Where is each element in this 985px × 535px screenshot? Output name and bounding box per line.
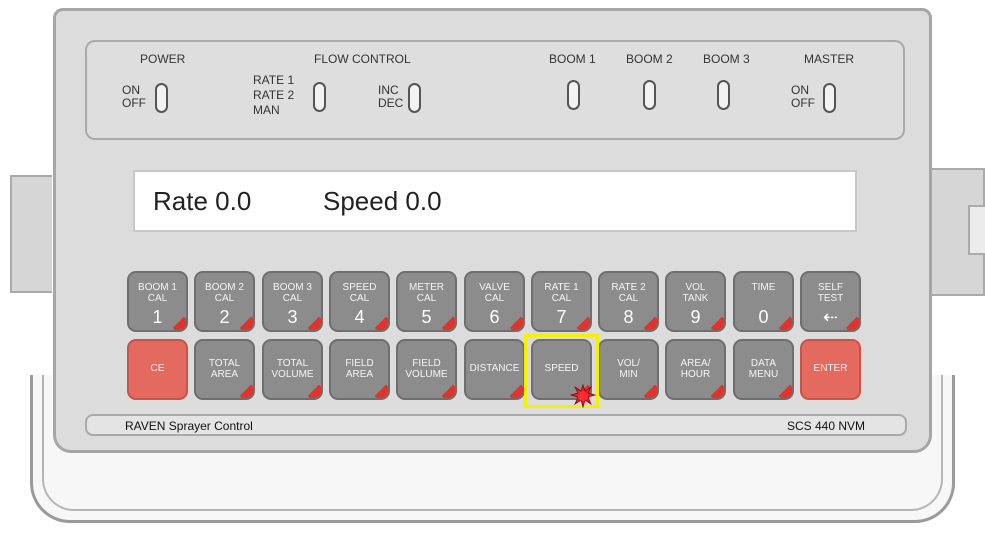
key-data-menu[interactable]: DATA MENU	[733, 339, 794, 400]
boom1-switch[interactable]	[567, 80, 580, 110]
key-boom-1-cal-1[interactable]: BOOM 1 CAL 1	[127, 271, 188, 332]
left-mount-bracket	[10, 175, 52, 293]
key-total-volume[interactable]: TOTAL VOLUME	[262, 339, 323, 400]
key-boom-2-cal-2[interactable]: BOOM 2 CAL 2	[194, 271, 255, 332]
key-label: FIELD VOLUME	[405, 358, 448, 380]
key-label: BOOM 3 CAL	[273, 282, 312, 304]
key-corner-mark	[307, 384, 321, 398]
boom3-switch[interactable]	[717, 80, 730, 110]
key-label: TOTAL VOLUME	[271, 358, 314, 380]
key-field-area[interactable]: FIELD AREA	[329, 339, 390, 400]
speed-readout: Speed 0.0	[323, 186, 442, 216]
key-valve-cal-6[interactable]: VALVE CAL 6	[464, 271, 525, 332]
rate2-label: RATE 2	[253, 88, 295, 102]
key-label: VOL/ MIN	[617, 358, 640, 380]
man-label: MAN	[253, 103, 280, 117]
key-label: RATE 1 CAL	[544, 282, 579, 304]
key-time-10[interactable]: TIME 0	[733, 271, 794, 332]
key-label: TOTAL AREA	[208, 358, 241, 380]
key-ce[interactable]: CE	[127, 339, 188, 400]
key-label: ENTER	[813, 363, 848, 374]
brand-bar: RAVEN Sprayer Control SCS 440 NVM	[85, 414, 907, 436]
key-boom-3-cal-3[interactable]: BOOM 3 CAL 3	[262, 271, 323, 332]
key-label: TIME	[751, 282, 776, 293]
power-switch[interactable]	[155, 83, 168, 113]
key-label: DISTANCE	[469, 363, 520, 374]
key-corner-mark	[239, 384, 253, 398]
key-rate-1-cal-7[interactable]: RATE 1 CAL 7	[531, 271, 592, 332]
key-label: AREA/ HOUR	[680, 358, 711, 380]
rate1-label: RATE 1	[253, 73, 295, 87]
boom2-switch[interactable]	[643, 80, 656, 110]
right-mount-notch	[968, 205, 985, 255]
key-enter[interactable]: ENTER	[800, 339, 861, 400]
key-label: BOOM 2 CAL	[205, 282, 244, 304]
key-label: VOL TANK	[682, 282, 709, 304]
key-speed-cal-4[interactable]: SPEED CAL 4	[329, 271, 390, 332]
master-off-label: OFF	[791, 96, 815, 110]
key-corner-mark	[710, 384, 724, 398]
key-label: FIELD AREA	[345, 358, 374, 380]
boom2-label: BOOM 2	[626, 52, 673, 66]
lcd-display: Rate 0.0 Speed 0.0	[133, 170, 857, 232]
key-corner-mark	[441, 384, 455, 398]
rate-select-switch[interactable]	[313, 82, 326, 112]
key-distance[interactable]: DISTANCE	[464, 339, 525, 400]
key-label: SPEED CAL	[342, 282, 377, 304]
key-total-area[interactable]: TOTAL AREA	[194, 339, 255, 400]
key-label: BOOM 1 CAL	[138, 282, 177, 304]
master-label: MASTER	[804, 52, 855, 66]
brand-label: RAVEN Sprayer Control	[125, 419, 253, 433]
flow-control-label: FLOW CONTROL	[314, 52, 411, 66]
key-label: METER CAL	[409, 282, 444, 304]
key-rate-2-cal-8[interactable]: RATE 2 CAL 8	[598, 271, 659, 332]
rate-readout: Rate 0.0	[153, 186, 252, 216]
key-self-test-11[interactable]: SELF TEST ⇠	[800, 271, 861, 332]
boom3-label: BOOM 3	[703, 52, 750, 66]
click-marker-icon	[570, 384, 596, 408]
key-vol-min[interactable]: VOL/ MIN	[598, 339, 659, 400]
key-vol-tank-9[interactable]: VOL TANK 9	[665, 271, 726, 332]
key-label: DATA MENU	[748, 358, 779, 380]
inc-dec-switch[interactable]	[408, 83, 421, 113]
model-label: SCS 440 NVM	[786, 419, 865, 433]
key-area-hour[interactable]: AREA/ HOUR	[665, 339, 726, 400]
key-corner-mark	[374, 384, 388, 398]
key-meter-cal-5[interactable]: METER CAL 5	[396, 271, 457, 332]
key-field-volume[interactable]: FIELD VOLUME	[396, 339, 457, 400]
master-switch[interactable]	[823, 83, 836, 113]
power-label: POWER	[140, 52, 186, 66]
key-corner-mark	[643, 384, 657, 398]
key-label: RATE 2 CAL	[611, 282, 646, 304]
key-label: CE	[150, 363, 165, 374]
dec-label: DEC	[378, 96, 404, 110]
key-label: SELF TEST	[817, 282, 844, 304]
key-label: VALVE CAL	[479, 282, 510, 304]
switch-panel	[85, 40, 905, 140]
boom1-label: BOOM 1	[549, 52, 596, 66]
power-off-label: OFF	[122, 96, 146, 110]
key-corner-mark	[778, 384, 792, 398]
key-corner-mark	[509, 384, 523, 398]
